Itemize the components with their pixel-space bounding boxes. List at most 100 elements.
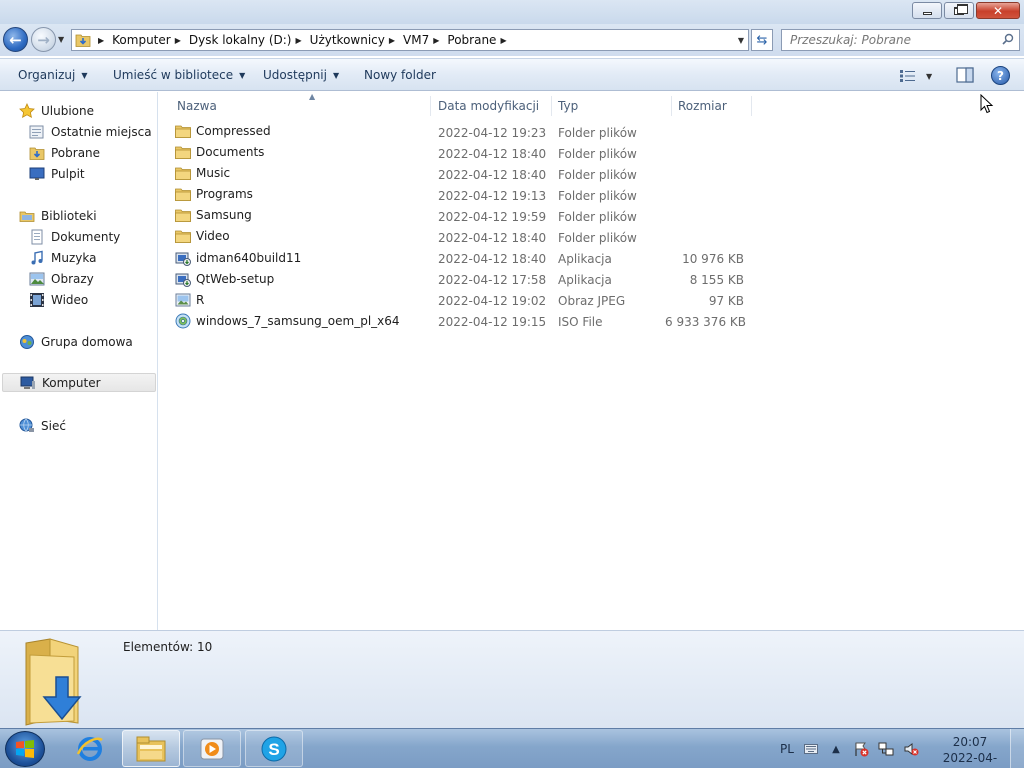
file-name-cell[interactable]: idman640build11 xyxy=(175,250,301,266)
nav-desktop-label: Pulpit xyxy=(51,166,85,181)
restore-button[interactable] xyxy=(944,2,974,19)
file-row[interactable]: windows_7_samsung_oem_pl_x64 2022-04-12 1… xyxy=(175,311,755,332)
skype-icon: S xyxy=(261,736,287,761)
forward-button[interactable]: → xyxy=(31,27,56,52)
share-menu[interactable]: Udostępnij ▼ xyxy=(263,68,339,82)
organize-menu[interactable]: Organizuj ▼ xyxy=(18,68,87,82)
search-box[interactable] xyxy=(781,29,1020,51)
column-header-size[interactable]: Rozmiar xyxy=(672,96,752,116)
start-button[interactable] xyxy=(5,731,45,767)
file-type: Folder plików xyxy=(558,189,637,203)
breadcrumb-chevron-icon[interactable]: ▶ xyxy=(296,36,302,45)
view-list-icon xyxy=(900,70,915,82)
nav-homegroup[interactable]: Grupa domowa xyxy=(19,332,133,351)
file-name-cell[interactable]: Samsung xyxy=(175,208,252,222)
breadcrumb-downloads[interactable]: Pobrane xyxy=(447,33,496,47)
breadcrumb-computer[interactable]: Komputer xyxy=(112,33,171,47)
nav-downloads[interactable]: Pobrane xyxy=(29,143,100,162)
breadcrumb-users[interactable]: Użytkownicy xyxy=(310,33,385,47)
nav-computer[interactable]: Komputer xyxy=(2,373,156,392)
file-name: Documents xyxy=(196,145,265,159)
nav-favorites-label: Ulubione xyxy=(41,103,95,118)
nav-favorites[interactable]: Ulubione xyxy=(19,101,94,120)
windows-logo-icon xyxy=(16,740,34,758)
file-row[interactable]: Music 2022-04-12 18:40 Folder plików xyxy=(175,164,755,185)
address-history-dropdown[interactable]: ▼ xyxy=(738,36,744,45)
file-row[interactable]: idman640build11 2022-04-12 18:40 Aplikacja… xyxy=(175,248,755,269)
column-header-type[interactable]: Typ xyxy=(552,96,672,116)
column-header-name[interactable]: Nazwa ▲ xyxy=(171,92,431,116)
nav-music[interactable]: Muzyka xyxy=(29,248,96,267)
include-in-library-menu[interactable]: Umieść w bibliotece ▼ xyxy=(113,68,245,82)
nav-libraries[interactable]: Biblioteki xyxy=(19,206,97,225)
file-row[interactable]: Samsung 2022-04-12 19:59 Folder plików xyxy=(175,206,755,227)
window-title-bar[interactable]: ✕ xyxy=(0,0,1024,24)
taskbar-internet-explorer[interactable] xyxy=(61,730,119,767)
file-name-cell[interactable]: Programs xyxy=(175,187,253,201)
file-type: Aplikacja xyxy=(558,252,612,266)
minimize-button[interactable] xyxy=(912,2,942,19)
file-row[interactable]: Video 2022-04-12 18:40 Folder plików xyxy=(175,227,755,248)
forward-arrow-icon: → xyxy=(37,30,50,49)
volume-muted-icon[interactable] xyxy=(903,741,919,757)
action-center-flag-icon[interactable] xyxy=(853,741,869,757)
nav-recent-places[interactable]: Ostatnie miejsca xyxy=(29,122,152,141)
nav-pictures-label: Obrazy xyxy=(51,271,94,286)
file-name-cell[interactable]: QtWeb-setup xyxy=(175,271,274,287)
file-name-cell[interactable]: Music xyxy=(175,166,230,180)
search-input[interactable] xyxy=(790,33,990,47)
nav-videos[interactable]: Wideo xyxy=(29,290,88,309)
folder-icon xyxy=(175,166,191,180)
keyboard-icon[interactable] xyxy=(803,741,819,757)
change-view-button[interactable]: ▼ xyxy=(900,67,940,85)
system-clock[interactable]: 20:07 2022-04-12 xyxy=(938,734,1002,768)
breadcrumb-vm7[interactable]: VM7 xyxy=(403,33,429,47)
file-row[interactable]: Documents 2022-04-12 18:40 Folder plików xyxy=(175,143,755,164)
breadcrumb-chevron-icon[interactable]: ▶ xyxy=(389,36,395,45)
show-hidden-icons-icon[interactable]: ▲ xyxy=(828,741,844,757)
preview-pane-icon[interactable] xyxy=(956,67,974,83)
network-status-icon[interactable] xyxy=(878,741,894,757)
search-icon[interactable] xyxy=(1002,33,1014,45)
file-row[interactable]: Compressed 2022-04-12 19:23 Folder plików xyxy=(175,122,755,143)
language-indicator[interactable]: PL xyxy=(780,742,794,756)
taskbar-media-player[interactable] xyxy=(183,730,241,767)
column-name-label: Nazwa xyxy=(177,99,217,113)
close-button[interactable]: ✕ xyxy=(976,2,1020,19)
refresh-button[interactable]: ⇆ xyxy=(751,29,773,51)
downloads-folder-icon xyxy=(29,145,45,161)
file-name-cell[interactable]: Compressed xyxy=(175,124,271,138)
taskbar-skype[interactable]: S xyxy=(245,730,303,767)
nav-documents[interactable]: Dokumenty xyxy=(29,227,120,246)
image-file-icon xyxy=(175,292,191,308)
breadcrumb-chevron-icon[interactable]: ▶ xyxy=(175,36,181,45)
file-name-cell[interactable]: R xyxy=(175,292,204,308)
address-row: ← → ▼ ▶ Komputer ▶ Dysk lokalny (D:) ▶ U… xyxy=(0,24,1024,56)
breadcrumb-chevron-icon[interactable]: ▶ xyxy=(98,36,104,45)
breadcrumb-chevron-icon[interactable]: ▶ xyxy=(500,36,506,45)
breadcrumb-chevron-icon[interactable]: ▶ xyxy=(433,36,439,45)
address-bar[interactable]: ▶ Komputer ▶ Dysk lokalny (D:) ▶ Użytkow… xyxy=(71,29,749,51)
taskbar-windows-explorer[interactable] xyxy=(122,730,180,767)
file-row[interactable]: QtWeb-setup 2022-04-12 17:58 Aplikacja 8 15… xyxy=(175,269,755,290)
folder-icon xyxy=(175,187,191,201)
taskbar: S PL ▲ 20:07 2022-04-12 xyxy=(0,728,1024,768)
help-button[interactable]: ? xyxy=(991,66,1010,85)
breadcrumb-local-disk[interactable]: Dysk lokalny (D:) xyxy=(189,33,292,47)
nav-pictures[interactable]: Obrazy xyxy=(29,269,94,288)
file-name-cell[interactable]: Documents xyxy=(175,145,264,159)
file-row[interactable]: Programs 2022-04-12 19:13 Folder plików xyxy=(175,185,755,206)
file-row[interactable]: R 2022-04-12 19:02 Obraz JPEG 97 KB xyxy=(175,290,755,311)
show-desktop-button[interactable] xyxy=(1010,729,1024,768)
new-folder-button[interactable]: Nowy folder xyxy=(364,68,436,82)
file-name-cell[interactable]: windows_7_samsung_oem_pl_x64 xyxy=(175,313,400,329)
nav-network[interactable]: Sieć xyxy=(19,416,66,435)
nav-desktop[interactable]: Pulpit xyxy=(29,164,85,183)
star-icon xyxy=(19,102,35,119)
file-name: R xyxy=(196,293,205,307)
file-name: idman640build11 xyxy=(196,251,302,265)
column-header-date[interactable]: Data modyfikacji xyxy=(432,96,552,116)
back-button[interactable]: ← xyxy=(3,27,28,52)
file-name-cell[interactable]: Video xyxy=(175,229,230,243)
recent-pages-dropdown[interactable]: ▼ xyxy=(58,35,64,44)
